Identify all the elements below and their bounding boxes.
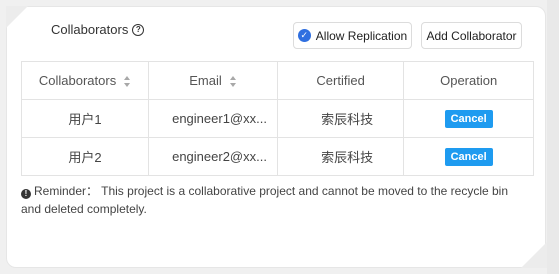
table-row: 用户2 engineer2@xx... 索辰科技 Cancel: [20, 137, 534, 176]
cancel-button[interactable]: Cancel: [444, 109, 493, 128]
title-label: Collaborators: [51, 22, 129, 37]
collaborators-table: Collaborators Email Certified Operation …: [20, 61, 534, 176]
column-header-email[interactable]: Email: [148, 61, 278, 100]
cell-collaborator: 用户2: [20, 137, 150, 176]
column-header-operation: Operation: [403, 61, 534, 100]
reminder-text: Reminder： This project is a collaborativ…: [21, 184, 509, 216]
sort-icon[interactable]: [229, 76, 237, 88]
side-strip: [547, 0, 559, 274]
info-circle-icon: !: [21, 189, 31, 199]
add-collaborator-label: Add Collaborator: [426, 28, 517, 43]
checkbox-checked-icon[interactable]: ✓: [297, 29, 311, 42]
corner-fold-bottom-right: [521, 242, 547, 268]
corner-fold-top-left: [6, 6, 28, 28]
column-header-label: Email: [189, 73, 222, 88]
cell-certified: 索辰科技: [276, 99, 405, 138]
cell-operation: Cancel: [403, 137, 534, 176]
cell-email: engineer2@xx...: [148, 137, 278, 176]
cell-collaborator: 用户1: [20, 99, 150, 138]
cell-certified: 索辰科技: [276, 137, 405, 176]
table-row: 用户1 engineer1@xx... 索辰科技 Cancel: [20, 99, 534, 138]
reminder-note: ! Reminder： This project is a collaborati…: [21, 182, 531, 218]
cell-operation: Cancel: [403, 99, 534, 138]
add-collaborator-button[interactable]: Add Collaborator: [421, 22, 522, 49]
column-header-label: Certified: [316, 73, 365, 88]
question-circle-icon[interactable]: ?: [132, 23, 145, 36]
sort-icon[interactable]: [124, 76, 131, 88]
cell-email: engineer1@xx...: [148, 99, 278, 138]
column-header-label: Collaborators: [38, 73, 117, 88]
table-header-row: Collaborators Email Certified Operation: [20, 61, 534, 100]
allow-replication-label: Allow Replication: [315, 28, 408, 43]
cancel-button[interactable]: Cancel: [444, 147, 493, 166]
card-title: Collaborators ?: [51, 22, 145, 37]
column-header-collaborators[interactable]: Collaborators: [20, 61, 150, 100]
column-header-label: Operation: [440, 73, 498, 88]
allow-replication-toggle[interactable]: ✓ Allow Replication: [293, 22, 412, 49]
column-header-certified: Certified: [276, 61, 405, 100]
